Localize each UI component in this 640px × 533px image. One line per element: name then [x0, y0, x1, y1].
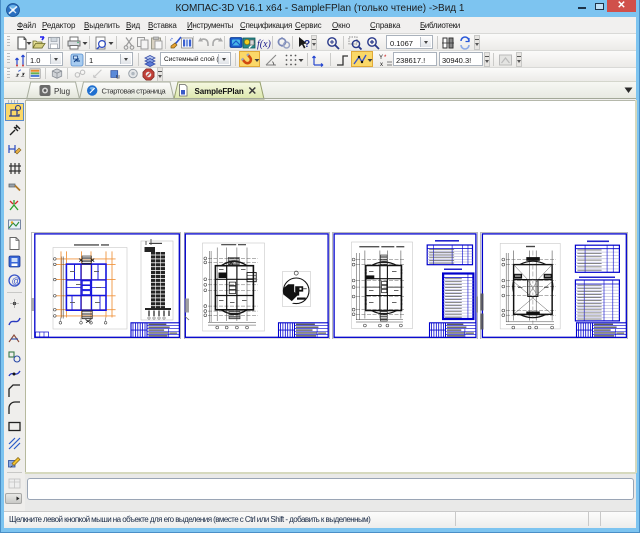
svg-text:u: u	[116, 73, 120, 80]
svg-text:?: ?	[304, 39, 310, 50]
svg-text:*: *	[384, 55, 387, 61]
svg-text:Plug: Plug	[54, 87, 70, 96]
svg-text:@: @	[12, 276, 21, 286]
svg-text:Y: Y	[379, 55, 383, 61]
svg-text:Стартовая страница: Стартовая страница	[102, 87, 167, 96]
svg-text:x: x	[380, 62, 383, 67]
svg-text:SampleFPlan: SampleFPlan	[195, 87, 244, 96]
svg-text:f(x): f(x)	[257, 39, 272, 50]
